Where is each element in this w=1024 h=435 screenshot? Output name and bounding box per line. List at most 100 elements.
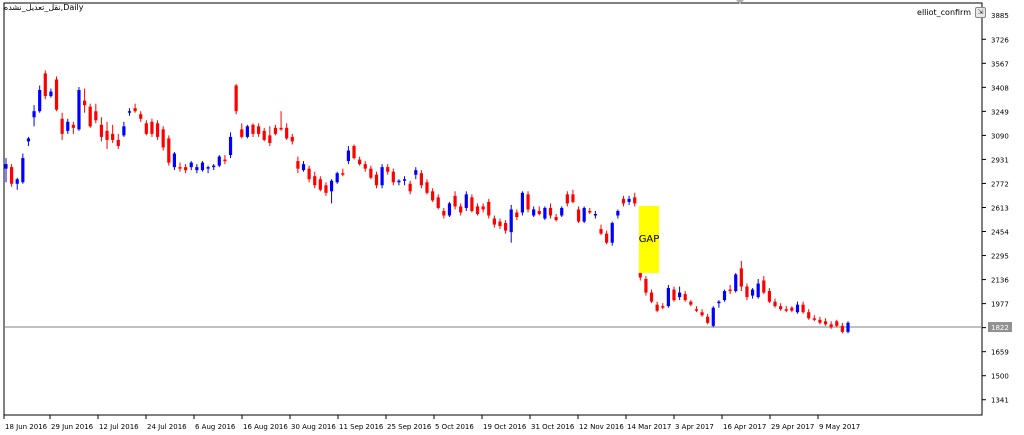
candle-body (43, 73, 47, 97)
candle-body (795, 304, 800, 313)
candle-body (307, 168, 311, 180)
x-tick-label: 25 Sep 2016 (387, 423, 432, 431)
candle-body (801, 304, 805, 313)
candle-body (341, 173, 345, 175)
candle-body (82, 100, 87, 106)
candle-body (678, 292, 682, 298)
candle-body (605, 233, 609, 243)
x-tick-label: 18 Jun 2016 (5, 423, 48, 431)
candle-body (155, 123, 160, 137)
candle-body (661, 306, 665, 308)
candle-body (520, 192, 525, 213)
candle-body (750, 289, 755, 296)
candle-body (582, 207, 586, 222)
candle-body (77, 90, 81, 130)
candle-body (633, 197, 637, 204)
y-tick-label: 2295 (991, 253, 1009, 261)
chart-title: نقل_تعدیل_نشده,Daily (4, 3, 84, 12)
candle-body (464, 194, 468, 208)
chart-shift-marker (736, 0, 744, 4)
x-tick-label: 14 Mar 2017 (627, 423, 671, 431)
candle-body (105, 130, 109, 140)
candle-body (453, 195, 457, 207)
x-tick-label: 16 Aug 2016 (243, 423, 288, 431)
candle-body (683, 294, 687, 301)
y-tick-label: 2454 (991, 229, 1009, 237)
candle-body (352, 145, 356, 159)
x-tick-label: 29 Apr 2017 (771, 423, 814, 431)
candle-body (447, 203, 452, 216)
candle-body (745, 286, 749, 298)
candle-body (431, 191, 435, 201)
candle-body (532, 209, 536, 216)
candle-body (178, 167, 182, 169)
candle-body (167, 138, 171, 163)
candle-body (616, 210, 620, 216)
candle-body (251, 124, 255, 134)
candle-body (363, 164, 367, 169)
candle-body (717, 301, 721, 304)
candle-body (414, 170, 418, 175)
candle-body (560, 207, 564, 216)
gap-annotation: GAP (638, 206, 660, 273)
candle-body (10, 167, 14, 184)
candle-body (812, 318, 816, 320)
candle-body (543, 207, 547, 219)
candle-body (66, 121, 70, 131)
candle-body (576, 209, 581, 222)
y-tick-label: 2136 (991, 277, 1009, 285)
candle-body (790, 307, 794, 311)
candle-body (172, 153, 176, 168)
x-tick-label: 29 Jun 2016 (51, 423, 94, 431)
candle-body (526, 194, 530, 210)
y-tick-label: 3249 (991, 108, 1009, 116)
y-tick-label: 3726 (991, 36, 1009, 44)
candle-body (206, 167, 210, 169)
candle-body (21, 158, 25, 183)
candle-body (54, 79, 59, 110)
candle-body (728, 289, 732, 292)
expand-icon[interactable]: ⇲ (975, 7, 986, 18)
candle-body (296, 161, 300, 169)
indicator-name: elliot_confirm (917, 8, 971, 17)
candle-body (599, 229, 603, 234)
x-tick-label: 24 Jul 2016 (147, 423, 187, 431)
candle-body (823, 321, 828, 325)
x-tick-label: 9 May 2017 (819, 423, 860, 431)
candle-body (195, 167, 199, 171)
price-chart[interactable]: 3885 3726 3567 3408 3249 3090 2931 2772 2613 2454… (0, 0, 1024, 435)
candle-body (26, 138, 31, 142)
y-tick-label: 2931 (991, 156, 1009, 164)
plot-frame (3, 2, 983, 416)
candle-body (722, 291, 727, 301)
candle-body (689, 301, 693, 305)
candle-body (537, 210, 541, 214)
candle-body (386, 167, 390, 172)
x-tick-label: 12 Nov 2016 (579, 423, 624, 431)
candle-body (442, 210, 446, 216)
candle-body (706, 316, 710, 323)
candle-body (638, 272, 642, 278)
y-tick-label: 1500 (991, 373, 1009, 381)
candle-body (481, 206, 485, 210)
candle-body (773, 301, 777, 307)
candle-body (739, 268, 743, 287)
candle-body (369, 168, 373, 178)
candle-body (419, 173, 423, 186)
candle-body (610, 223, 614, 243)
candle-body (425, 182, 429, 193)
candle-body (492, 218, 496, 225)
candle-body (593, 213, 597, 216)
candle-body (509, 209, 513, 233)
x-tick-label: 30 Aug 2016 (291, 423, 336, 431)
y-tick-label: 1659 (991, 349, 1009, 357)
candle-body (408, 183, 412, 192)
candle-body (116, 139, 120, 146)
candle-body (335, 173, 339, 183)
candle-body (318, 179, 322, 190)
gap-label: GAP (638, 234, 660, 246)
candle-body (358, 159, 362, 165)
candle-body (38, 90, 42, 112)
candle-body (189, 162, 193, 168)
candle-body (32, 111, 36, 118)
